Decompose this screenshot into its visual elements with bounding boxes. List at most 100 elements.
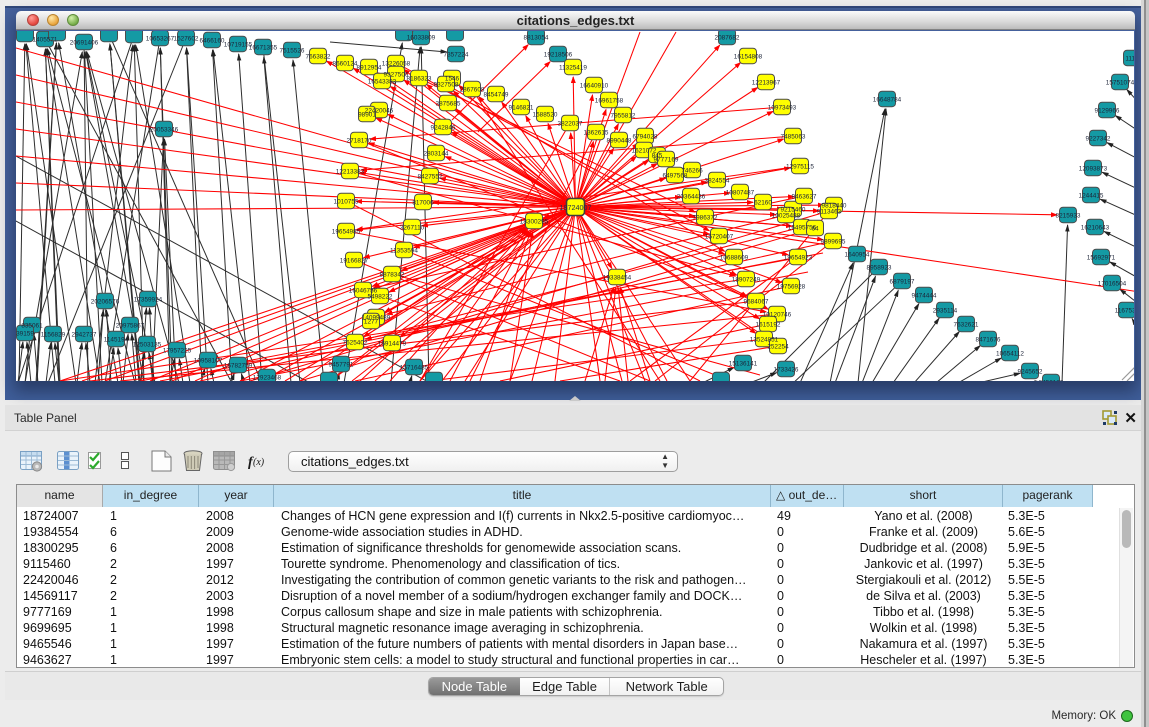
svg-text:1615192: 1615192 (756, 322, 781, 329)
svg-text:252254: 252254 (767, 344, 789, 351)
svg-text:10973493: 10973493 (768, 105, 797, 112)
svg-text:20364436: 20364436 (677, 194, 706, 201)
svg-text:15692971: 15692971 (1087, 255, 1116, 262)
svg-text:19654985: 19654985 (332, 229, 361, 236)
svg-text:16782759: 16782759 (224, 363, 253, 370)
svg-text:9777169: 9777169 (654, 157, 679, 164)
svg-text:11325419: 11325419 (559, 65, 587, 72)
svg-text:1640954: 1640954 (845, 252, 870, 259)
svg-text:98901: 98901 (358, 112, 376, 119)
svg-text:8427552: 8427552 (418, 174, 443, 181)
svg-text:9242846: 9242846 (431, 125, 456, 132)
svg-text:20691406: 20691406 (70, 40, 99, 47)
svg-text:64: 64 (811, 226, 819, 233)
svg-text:1405571: 1405571 (33, 37, 58, 44)
svg-text:20053346: 20053346 (150, 127, 179, 134)
svg-text:19338454: 19338454 (603, 275, 632, 282)
svg-text:20975867: 20975867 (116, 323, 145, 330)
svg-text:6466160: 6466160 (200, 38, 225, 45)
svg-text:16648784: 16648784 (873, 97, 902, 104)
svg-text:13226058: 13226058 (382, 61, 411, 68)
svg-text:3267110: 3267110 (400, 225, 425, 232)
svg-text:10807487: 10807487 (726, 190, 755, 197)
svg-text:6497568: 6497568 (663, 173, 688, 180)
svg-text:39159: 39159 (16, 331, 34, 338)
svg-text:1244415: 1244415 (1079, 193, 1104, 200)
svg-text:8660124: 8660124 (333, 61, 358, 68)
svg-text:817006: 817006 (412, 200, 434, 207)
svg-text:12503135: 12503135 (133, 342, 162, 349)
svg-text:19756928: 19756928 (777, 284, 806, 291)
svg-text:15751074: 15751074 (1106, 80, 1134, 87)
svg-text:16640910: 16640910 (580, 83, 609, 90)
svg-text:16154808: 16154808 (734, 54, 763, 61)
svg-text:15136141: 15136141 (729, 361, 758, 368)
svg-text:12093873: 12093873 (1079, 166, 1108, 173)
svg-text:19654923: 19654923 (784, 255, 813, 262)
svg-text:7955812: 7955812 (611, 113, 636, 120)
svg-text:10688609: 10688609 (720, 255, 749, 262)
svg-text:2456123: 2456123 (1039, 380, 1064, 382)
svg-text:8215933: 8215933 (1056, 213, 1081, 220)
svg-text:9129966: 9129966 (1095, 108, 1120, 115)
svg-text:9474444: 9474444 (912, 293, 937, 300)
svg-text:12975115: 12975115 (786, 164, 814, 171)
svg-text:18724007: 18724007 (560, 203, 592, 212)
svg-text:6879197: 6879197 (890, 279, 915, 286)
svg-text:17957225: 17957225 (163, 348, 192, 355)
svg-text:9327508: 9327508 (434, 82, 459, 89)
svg-text:11353594: 11353594 (390, 248, 418, 255)
svg-text:1167533: 1167533 (1115, 308, 1134, 315)
svg-text:16961758: 16961758 (595, 98, 624, 105)
svg-text:9684067: 9684067 (744, 299, 769, 306)
svg-text:18907249: 18907249 (732, 277, 761, 284)
svg-text:8454749: 8454749 (484, 92, 509, 99)
svg-text:1277: 1277 (364, 319, 379, 326)
svg-text:10654112: 10654112 (996, 351, 1024, 358)
svg-text:17016504: 17016504 (1098, 281, 1127, 288)
svg-text:8813054: 8813054 (524, 35, 549, 42)
svg-text:9245652: 9245652 (1018, 369, 1043, 376)
svg-text:2803144: 2803144 (424, 151, 449, 158)
svg-text:10653267: 10653267 (146, 36, 175, 43)
svg-text:(x): (x) (253, 457, 265, 468)
svg-text:12213967: 12213967 (752, 80, 781, 87)
svg-text:15716485: 15716485 (400, 365, 429, 372)
svg-text:2942737: 2942737 (72, 332, 97, 339)
svg-text:3875685: 3875685 (436, 101, 461, 108)
svg-text:1588520: 1588520 (533, 112, 558, 119)
svg-text:835061: 835061 (21, 323, 43, 330)
svg-text:1117: 1117 (1125, 56, 1134, 63)
svg-text:9899695: 9899695 (821, 239, 846, 246)
svg-text:9463627: 9463627 (792, 194, 817, 201)
svg-text:8912954: 8912954 (357, 65, 382, 72)
svg-text:12213383: 12213383 (336, 169, 365, 176)
svg-text:18300295: 18300295 (520, 219, 549, 226)
svg-text:16914479: 16914479 (378, 341, 407, 348)
svg-text:16671355: 16671355 (249, 45, 278, 52)
svg-text:20206576: 20206576 (91, 299, 120, 306)
svg-text:5498222: 5498222 (368, 294, 393, 301)
svg-text:62160: 62160 (754, 200, 772, 207)
svg-text:1156829: 1156829 (41, 332, 66, 339)
svg-text:15720407: 15720407 (705, 234, 734, 241)
svg-text:1145194: 1145194 (104, 337, 129, 344)
svg-text:9327506: 9327506 (384, 72, 409, 79)
svg-text:2718170: 2718170 (347, 138, 372, 145)
svg-text:13524851: 13524851 (750, 337, 779, 344)
svg-text:9227342: 9227342 (1086, 136, 1111, 143)
svg-text:9146821: 9146821 (509, 105, 534, 112)
svg-text:2935114: 2935114 (933, 308, 958, 315)
svg-text:9113463: 9113463 (817, 209, 842, 216)
svg-text:8990448: 8990448 (607, 138, 632, 145)
svg-text:10120746: 10120746 (763, 312, 792, 319)
svg-text:8471676: 8471676 (976, 337, 1001, 344)
svg-text:8186323: 8186323 (407, 76, 432, 83)
svg-text:2867608: 2867608 (460, 87, 485, 94)
svg-text:17359924: 17359924 (134, 297, 163, 304)
svg-text:6794028: 6794028 (633, 134, 658, 141)
svg-text:19166827: 19166827 (340, 258, 369, 265)
svg-text:7663822: 7663822 (306, 54, 331, 61)
svg-text:8958923: 8958923 (867, 265, 892, 272)
svg-text:1362615: 1362615 (584, 130, 609, 137)
